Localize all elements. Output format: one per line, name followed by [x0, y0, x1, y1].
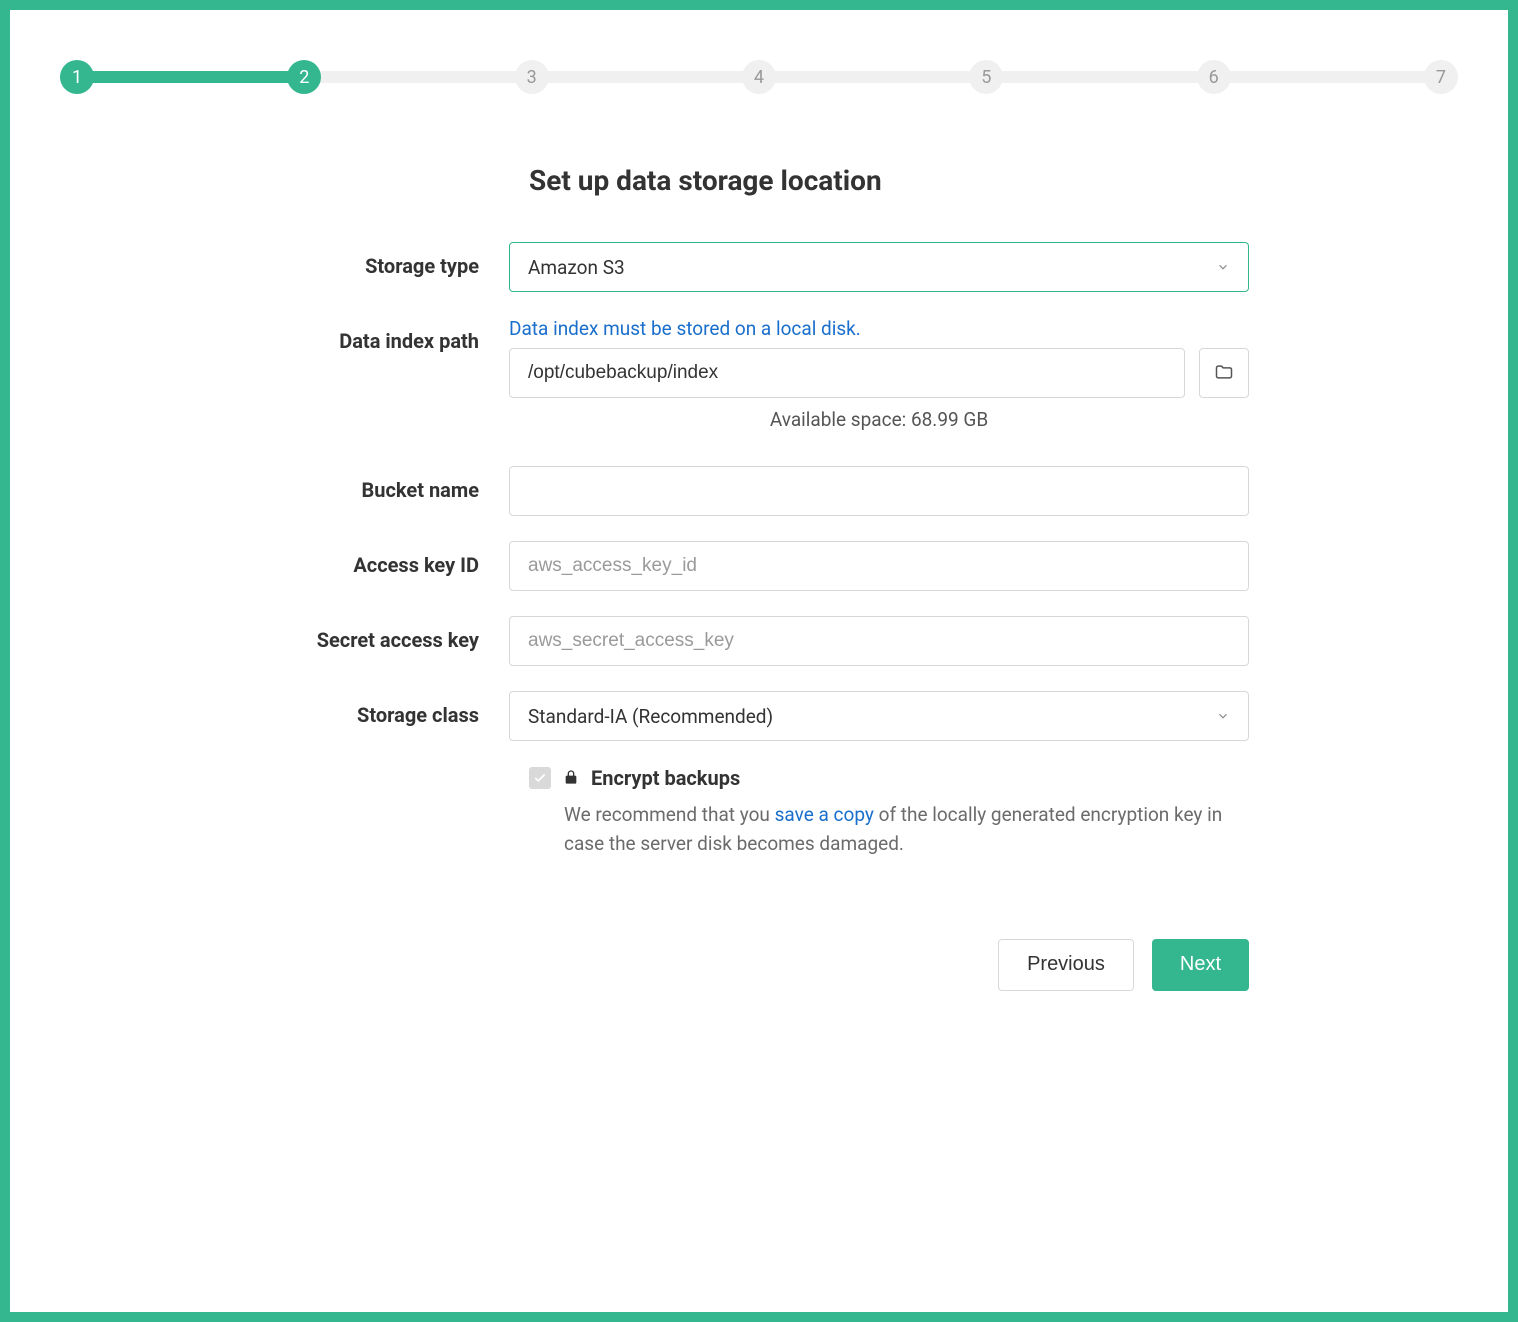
storage-type-label: Storage type [269, 242, 509, 278]
bucket-name-label: Bucket name [269, 466, 509, 502]
secret-access-key-input[interactable] [509, 616, 1249, 666]
storage-form: Set up data storage location Storage typ… [269, 164, 1249, 991]
storage-class-select[interactable]: Standard-IA (Recommended) [509, 691, 1249, 741]
previous-button[interactable]: Previous [998, 939, 1134, 991]
next-button[interactable]: Next [1152, 939, 1249, 991]
step-3[interactable]: 3 [515, 60, 549, 94]
encrypt-note-pre: We recommend that you [564, 803, 775, 826]
storage-type-select[interactable]: Amazon S3 [509, 242, 1249, 292]
encrypt-backups-section: Encrypt backups We recommend that you sa… [529, 766, 1249, 859]
wizard-footer: Previous Next [269, 939, 1249, 991]
encrypt-note: We recommend that you save a copy of the… [529, 800, 1249, 859]
wizard-stepper: 1 2 3 4 5 6 7 [60, 60, 1458, 94]
available-space-text: Available space: 68.99 GB [509, 408, 1249, 431]
step-4[interactable]: 4 [742, 60, 776, 94]
chevron-down-icon [1216, 256, 1230, 279]
data-index-path-label: Data index path [269, 317, 509, 353]
browse-folder-button[interactable] [1199, 348, 1249, 398]
chevron-down-icon [1216, 705, 1230, 728]
storage-class-value: Standard-IA (Recommended) [528, 705, 773, 728]
folder-icon [1214, 362, 1234, 385]
index-hint-text: Data index must be stored on a local dis… [509, 317, 1249, 340]
step-6[interactable]: 6 [1197, 60, 1231, 94]
secret-access-key-label: Secret access key [269, 616, 509, 652]
storage-type-value: Amazon S3 [528, 256, 625, 279]
encrypt-checkbox[interactable] [529, 767, 551, 789]
step-7[interactable]: 7 [1424, 60, 1458, 94]
bucket-name-input[interactable] [509, 466, 1249, 516]
step-2[interactable]: 2 [287, 60, 321, 94]
data-index-path-input[interactable] [509, 348, 1185, 398]
access-key-id-input[interactable] [509, 541, 1249, 591]
storage-class-label: Storage class [269, 691, 509, 727]
access-key-id-label: Access key ID [269, 541, 509, 577]
encrypt-label: Encrypt backups [591, 766, 740, 790]
lock-icon [563, 766, 579, 790]
save-copy-link[interactable]: save a copy [775, 803, 874, 826]
step-5[interactable]: 5 [969, 60, 1003, 94]
page-title: Set up data storage location [529, 164, 1249, 197]
step-1[interactable]: 1 [60, 60, 94, 94]
